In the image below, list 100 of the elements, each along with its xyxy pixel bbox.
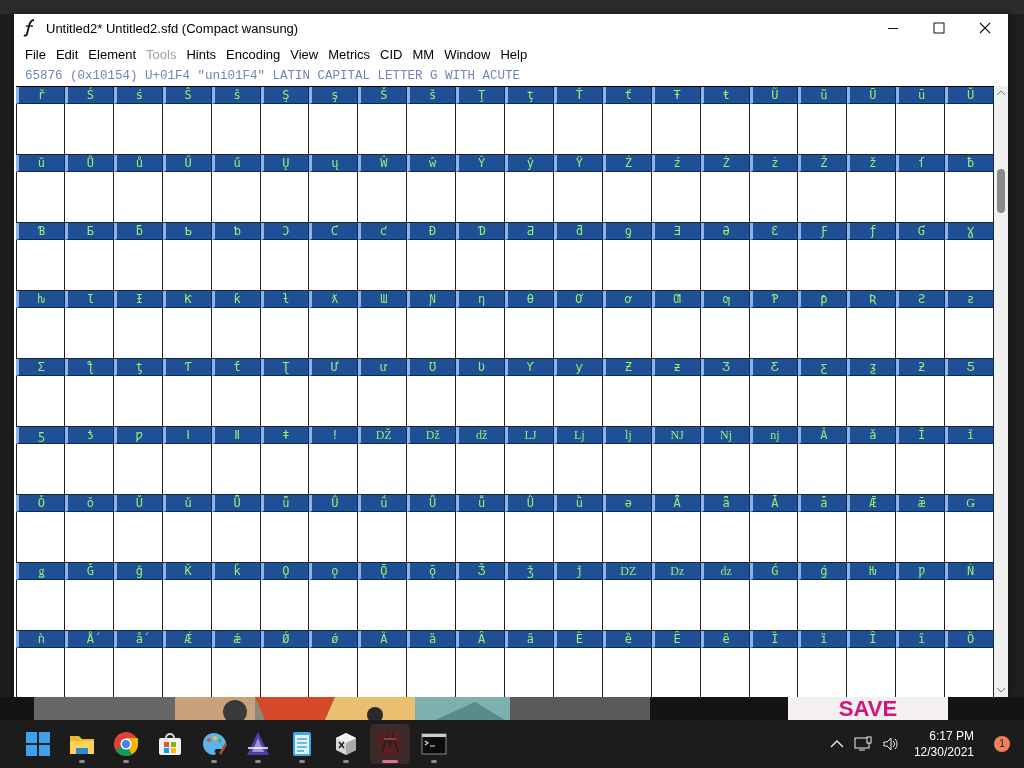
menu-item[interactable]: Encoding bbox=[221, 45, 286, 64]
glyph-cell[interactable] bbox=[16, 308, 65, 359]
glyph-cell[interactable] bbox=[945, 444, 994, 495]
glyph-cell[interactable] bbox=[113, 648, 163, 697]
glyph-cell[interactable] bbox=[553, 172, 603, 223]
glyph-cell[interactable] bbox=[358, 104, 408, 155]
glyph-cell[interactable] bbox=[113, 172, 163, 223]
glyph-cell[interactable] bbox=[651, 104, 701, 155]
glyph-cell[interactable] bbox=[896, 104, 946, 155]
glyph-cell[interactable] bbox=[505, 648, 554, 697]
glyph-cell[interactable] bbox=[358, 580, 408, 631]
glyph-cell[interactable] bbox=[456, 648, 505, 697]
glyph-cell[interactable] bbox=[260, 376, 310, 427]
glyph-cell[interactable] bbox=[700, 172, 750, 223]
glyph-cell[interactable] bbox=[602, 240, 652, 291]
glyph-cell[interactable] bbox=[945, 376, 994, 427]
glyph-cell[interactable] bbox=[309, 172, 359, 223]
glyph-cell[interactable] bbox=[211, 308, 261, 359]
glyph-cell[interactable] bbox=[847, 648, 897, 697]
glyph-cell[interactable] bbox=[847, 240, 897, 291]
glyph-cell[interactable] bbox=[113, 240, 163, 291]
glyph-cell[interactable] bbox=[309, 580, 359, 631]
glyph-cell[interactable] bbox=[456, 308, 505, 359]
clock-time[interactable]: 6:17 PM bbox=[929, 728, 974, 744]
glyph-cell[interactable] bbox=[553, 512, 603, 563]
glyph-cell[interactable] bbox=[798, 444, 848, 495]
glyph-cell[interactable] bbox=[798, 648, 848, 697]
glyph-cell[interactable] bbox=[553, 308, 603, 359]
glyph-cell[interactable] bbox=[700, 580, 750, 631]
glyph-cell[interactable] bbox=[162, 240, 212, 291]
glyph-cell[interactable] bbox=[64, 512, 114, 563]
glyph-cell[interactable] bbox=[407, 580, 457, 631]
glyph-cell[interactable] bbox=[651, 580, 701, 631]
glyph-cell[interactable] bbox=[407, 512, 457, 563]
glyph-cell[interactable] bbox=[749, 172, 799, 223]
glyph-cell[interactable] bbox=[16, 512, 65, 563]
glyph-cell[interactable] bbox=[553, 104, 603, 155]
glyph-cell[interactable] bbox=[162, 104, 212, 155]
glyph-cell[interactable] bbox=[505, 376, 554, 427]
glyph-cell[interactable] bbox=[602, 580, 652, 631]
glyph-cell[interactable] bbox=[798, 308, 848, 359]
glyph-cell[interactable] bbox=[553, 376, 603, 427]
glyph-cell[interactable] bbox=[407, 172, 457, 223]
glyph-cell[interactable] bbox=[896, 240, 946, 291]
glyph-cell[interactable] bbox=[798, 580, 848, 631]
glyph-cell[interactable] bbox=[113, 376, 163, 427]
menu-item[interactable]: Window bbox=[439, 45, 496, 64]
network-icon[interactable] bbox=[853, 736, 872, 752]
menu-item[interactable]: MM bbox=[407, 45, 440, 64]
glyph-cell[interactable] bbox=[847, 512, 897, 563]
glyph-cell[interactable] bbox=[407, 444, 457, 495]
glyph-cell[interactable] bbox=[162, 444, 212, 495]
glyph-cell[interactable] bbox=[798, 240, 848, 291]
glyph-cell[interactable] bbox=[162, 172, 212, 223]
glyph-cell[interactable] bbox=[749, 444, 799, 495]
menu-item[interactable]: Metrics bbox=[323, 45, 376, 64]
glyph-cell[interactable] bbox=[358, 376, 408, 427]
glyph-cell[interactable] bbox=[407, 648, 457, 697]
glyph-cell[interactable] bbox=[162, 376, 212, 427]
glyph-cell[interactable] bbox=[945, 580, 994, 631]
glyph-cell[interactable] bbox=[260, 648, 310, 697]
menu-item[interactable]: Hints bbox=[181, 45, 222, 64]
glyph-cell[interactable] bbox=[358, 308, 408, 359]
glyph-cell[interactable] bbox=[553, 580, 603, 631]
glyph-cell[interactable] bbox=[211, 240, 261, 291]
glyph-cell[interactable] bbox=[553, 648, 603, 697]
glyph-cell[interactable] bbox=[896, 648, 946, 697]
glyph-cell[interactable] bbox=[945, 648, 994, 697]
glyph-cell[interactable] bbox=[602, 512, 652, 563]
glyph-cell[interactable] bbox=[309, 648, 359, 697]
glyph-cell[interactable] bbox=[945, 308, 994, 359]
glyph-cell[interactable] bbox=[896, 308, 946, 359]
glyph-cell[interactable] bbox=[16, 444, 65, 495]
glyph-cell[interactable] bbox=[309, 512, 359, 563]
glyph-cell[interactable] bbox=[456, 104, 505, 155]
glyph-cell[interactable] bbox=[505, 444, 554, 495]
glyph-cell[interactable] bbox=[113, 444, 163, 495]
glyph-cell[interactable] bbox=[505, 104, 554, 155]
glyph-cell[interactable] bbox=[64, 104, 114, 155]
menu-item[interactable]: View bbox=[285, 45, 324, 64]
glyph-cell[interactable] bbox=[309, 444, 359, 495]
glyph-cell[interactable] bbox=[505, 580, 554, 631]
glyph-cell[interactable] bbox=[749, 376, 799, 427]
glyph-cell[interactable] bbox=[945, 512, 994, 563]
glyph-cell[interactable] bbox=[896, 376, 946, 427]
glyph-cell[interactable] bbox=[211, 172, 261, 223]
glyph-cell[interactable] bbox=[64, 444, 114, 495]
menu-item[interactable]: CID bbox=[375, 45, 408, 64]
glyph-cell[interactable] bbox=[456, 512, 505, 563]
glyph-cell[interactable] bbox=[211, 648, 261, 697]
glyph-cell[interactable] bbox=[407, 240, 457, 291]
glyph-cell[interactable] bbox=[505, 308, 554, 359]
glyph-cell[interactable] bbox=[798, 104, 848, 155]
glyph-cell[interactable] bbox=[749, 580, 799, 631]
glyph-cell[interactable] bbox=[309, 104, 359, 155]
glyph-cell[interactable] bbox=[260, 444, 310, 495]
glyph-cell[interactable] bbox=[553, 444, 603, 495]
glyph-cell[interactable] bbox=[505, 512, 554, 563]
glyph-cell[interactable] bbox=[945, 172, 994, 223]
glyph-cell[interactable] bbox=[847, 172, 897, 223]
